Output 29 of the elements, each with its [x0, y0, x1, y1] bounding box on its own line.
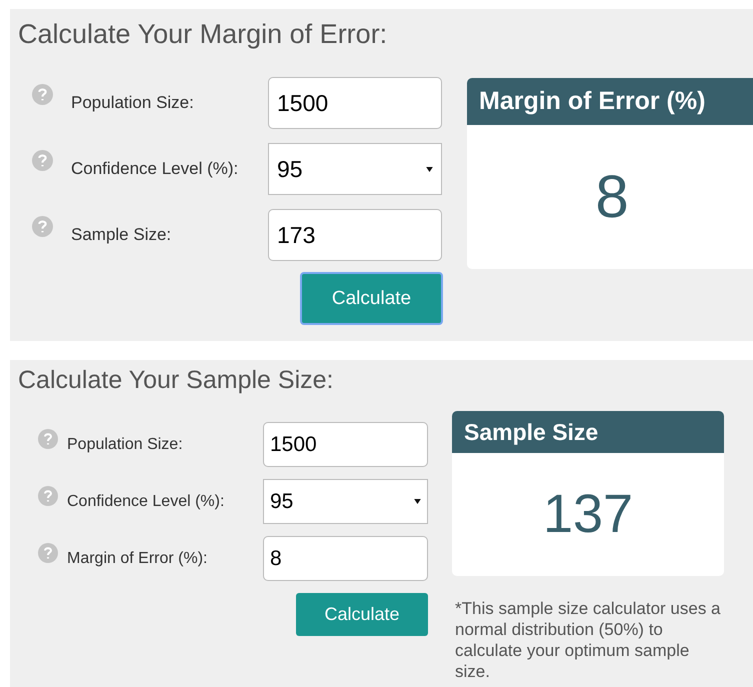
- section-title: Calculate Your Margin of Error:: [18, 19, 388, 50]
- footnote: *This sample size calculator uses a normal distribution (50%) to calculate your optimum sample size.: [455, 598, 722, 682]
- input-field[interactable]: 1500: [263, 422, 428, 467]
- field-label: Population Size:: [67, 436, 184, 454]
- help-icon[interactable]: [32, 150, 53, 170]
- field-label: Sample Size:: [71, 225, 172, 245]
- input-field[interactable]: 173: [268, 209, 442, 261]
- help-icon[interactable]: [32, 216, 53, 236]
- help-icon[interactable]: [38, 428, 58, 448]
- caret-icon: [414, 499, 421, 504]
- input-field[interactable]: 8: [263, 536, 428, 581]
- help-icon[interactable]: [32, 84, 53, 104]
- field-label: Confidence Level (%):: [67, 492, 226, 510]
- calculate-button[interactable]: Calculate: [301, 273, 442, 324]
- field-label: Confidence Level (%):: [71, 159, 240, 179]
- field-label: Population Size:: [71, 93, 195, 113]
- help-icon[interactable]: [38, 486, 58, 506]
- calculate-button[interactable]: Calculate: [296, 593, 428, 636]
- dropdown[interactable]: 95: [268, 143, 442, 195]
- input-field[interactable]: 1500: [268, 77, 442, 129]
- result-heading: Margin of Error (%): [467, 78, 753, 125]
- field-label: Margin of Error (%):: [67, 550, 208, 568]
- result-heading: Sample Size: [452, 411, 724, 453]
- result-value: 8: [594, 162, 630, 232]
- dropdown[interactable]: 95: [263, 479, 428, 524]
- caret-icon: [426, 166, 433, 172]
- result-value: 137: [542, 483, 634, 546]
- help-icon[interactable]: [38, 542, 58, 562]
- section-title: Calculate Your Sample Size:: [18, 366, 334, 395]
